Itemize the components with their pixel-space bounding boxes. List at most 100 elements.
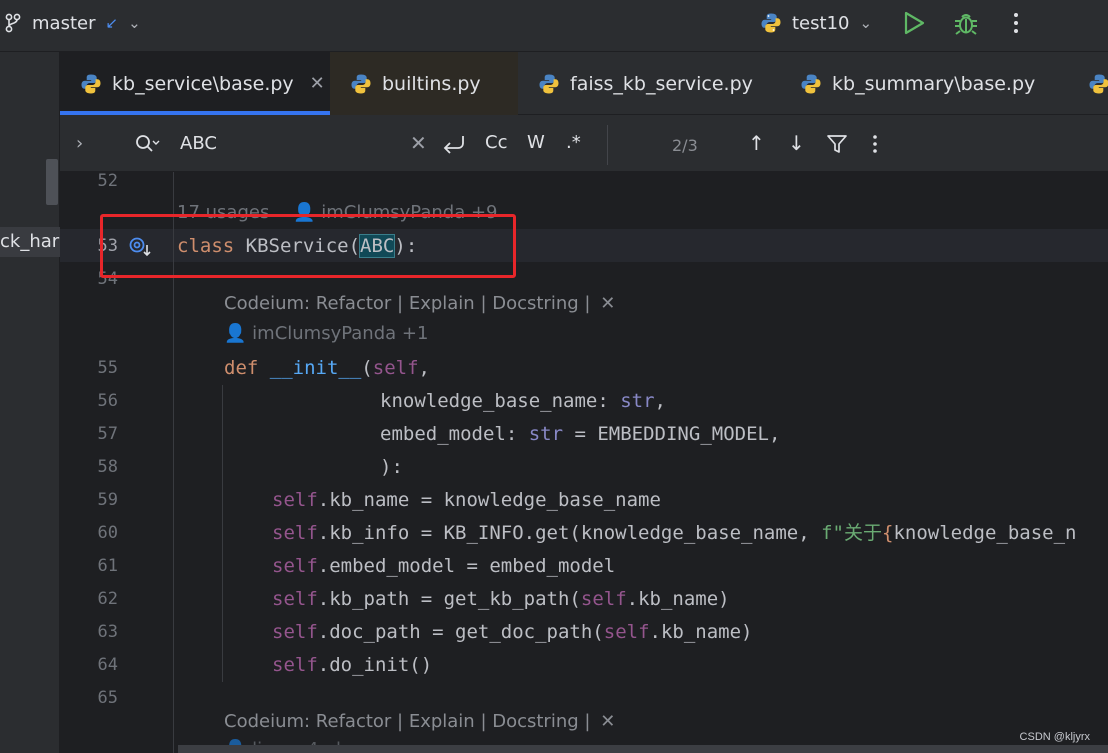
code-line: ): <box>380 456 403 478</box>
line-number: 52 <box>97 172 118 191</box>
line-number: 57 <box>97 424 118 444</box>
code-text: , <box>418 357 430 379</box>
clear-search-icon[interactable]: ✕ <box>410 131 427 155</box>
match-case-toggle[interactable]: Cc <box>485 132 507 153</box>
tab-builtins[interactable]: builtins.py <box>330 52 518 115</box>
watermark: CSDN @kljyrx <box>1019 731 1090 743</box>
next-match-icon[interactable]: ↓ <box>788 131 805 155</box>
code-text: knowledge_base_n <box>893 522 1077 544</box>
code-line: self.doc_path = get_doc_path(self.kb_nam… <box>272 616 752 649</box>
new-line-icon[interactable] <box>442 133 466 155</box>
editor-tab-bar: kb_service\base.py ✕ builtins.py faiss_k… <box>0 52 1108 115</box>
annotation-box <box>100 214 516 278</box>
code-self: self <box>272 522 318 544</box>
code-text: = EMBEDDING_MODEL, <box>563 423 781 445</box>
previous-match-icon[interactable]: ↑ <box>748 131 765 155</box>
python-file-icon <box>351 74 371 93</box>
line-number: 62 <box>97 589 118 609</box>
line-number: 56 <box>97 391 118 411</box>
tab-label: faiss_kb_service.py <box>570 72 753 95</box>
branch-name: master <box>32 12 96 34</box>
tab-label: kb_service\base.py <box>112 72 294 95</box>
divider <box>607 125 608 165</box>
code-line: embed_model: str = EMBEDDING_MODEL, <box>380 418 780 451</box>
code-line: self.kb_info = KB_INFO.get(knowledge_bas… <box>272 517 1076 550</box>
line-number: 58 <box>97 457 118 477</box>
codeium-actions[interactable]: Codeium: Refactor | Explain | Docstring … <box>224 293 590 314</box>
whole-word-toggle[interactable]: W <box>527 132 545 153</box>
code-line: self.do_init() <box>272 649 432 682</box>
regex-toggle[interactable]: .* <box>566 132 581 153</box>
run-config-selector[interactable]: test10 ⌄ <box>760 0 872 46</box>
code-line: self.embed_model = embed_model <box>272 550 615 583</box>
code-text: .do_init() <box>317 654 433 676</box>
code-text: .kb_name = knowledge_base_name <box>317 489 661 511</box>
close-icon[interactable]: ✕ <box>310 73 325 94</box>
tab-label: builtins.py <box>382 72 481 95</box>
python-file-icon <box>81 74 101 93</box>
tab-kb-summary-base[interactable]: kb_summary\base.py <box>780 52 1070 115</box>
chevron-down-icon: ⌄ <box>128 14 141 32</box>
run-icon[interactable] <box>902 10 926 36</box>
line-number: 61 <box>97 556 118 576</box>
author-inlay[interactable]: 👤 imClumsyPanda +1 <box>224 323 428 344</box>
line-number: 55 <box>97 358 118 378</box>
code-line: knowledge_base_name: str, <box>380 385 666 418</box>
code-text: .kb_path = get_kb_path( <box>317 588 581 610</box>
code-line: self.kb_path = get_kb_path(self.kb_name) <box>272 583 730 616</box>
close-icon[interactable]: ✕ <box>600 293 615 314</box>
code-builtin: str <box>528 423 564 445</box>
python-icon <box>761 13 781 33</box>
search-history-icon[interactable] <box>134 132 160 156</box>
python-file-icon <box>539 74 559 93</box>
code-self: self <box>272 588 318 610</box>
code-self: self <box>272 489 318 511</box>
code-text: , <box>654 390 666 412</box>
code-format-brace: { <box>881 522 894 544</box>
code-self: self <box>580 588 627 610</box>
indent-guide <box>222 385 223 682</box>
more-options-icon[interactable] <box>866 133 884 155</box>
tab-kb-service-base[interactable]: kb_service\base.py ✕ <box>60 52 330 115</box>
branch-widget[interactable]: master ↙ ⌄ <box>0 0 141 46</box>
code-line: self.kb_name = knowledge_base_name <box>272 484 661 517</box>
codeium-lens[interactable]: Codeium: Refactor | Explain | Docstring … <box>224 711 615 732</box>
more-vertical-icon[interactable] <box>1004 9 1028 37</box>
code-editor[interactable]: 52 53 54 55 56 57 58 59 60 61 62 63 64 6… <box>60 172 1108 753</box>
code-text: knowledge_base_name: <box>380 390 621 412</box>
code-self: self <box>272 654 318 676</box>
horizontal-scrollbar[interactable] <box>178 745 1108 753</box>
code-self: self <box>372 357 419 379</box>
code-text: .kb_info = KB_INFO.get(knowledge_base_na… <box>317 522 822 544</box>
scrollbar-thumb[interactable] <box>46 159 58 205</box>
code-function: __init__ <box>269 357 362 379</box>
title-bar: master ↙ ⌄ test10 ⌄ <box>0 0 1108 52</box>
code-text: ( <box>361 357 373 379</box>
expand-replace-icon[interactable]: › <box>76 133 83 154</box>
code-self: self <box>272 555 318 577</box>
line-number: 64 <box>97 655 118 675</box>
git-branch-icon <box>5 13 21 33</box>
match-counter: 2/3 <box>672 136 698 155</box>
tab-faiss-kb-service[interactable]: faiss_kb_service.py <box>518 52 780 115</box>
code-text: .embed_model = embed_model <box>317 555 616 577</box>
tool-window-strip <box>0 52 60 115</box>
chevron-down-icon: ⌄ <box>859 14 873 32</box>
tab-overflow[interactable] <box>1070 52 1108 115</box>
line-number: 63 <box>97 622 118 642</box>
find-bar: › ABC ✕ Cc W .* 2/3 ↑ ↓ <box>60 115 1108 172</box>
debug-bug-icon[interactable] <box>952 9 980 37</box>
close-icon[interactable]: ✕ <box>600 711 615 732</box>
incoming-changes-icon: ↙ <box>105 14 119 32</box>
search-input[interactable]: ABC <box>180 133 217 154</box>
code-self: self <box>272 621 318 643</box>
filter-icon[interactable] <box>826 134 848 154</box>
codeium-lens[interactable]: Codeium: Refactor | Explain | Docstring … <box>224 293 615 314</box>
code-text: embed_model: <box>380 423 529 445</box>
code-self: self <box>603 621 650 643</box>
python-file-icon <box>801 74 821 93</box>
project-item-partial[interactable]: ck_har <box>0 227 60 257</box>
codeium-actions[interactable]: Codeium: Refactor | Explain | Docstring … <box>224 711 590 732</box>
tab-label: kb_summary\base.py <box>832 72 1036 95</box>
line-number: 59 <box>97 490 118 510</box>
